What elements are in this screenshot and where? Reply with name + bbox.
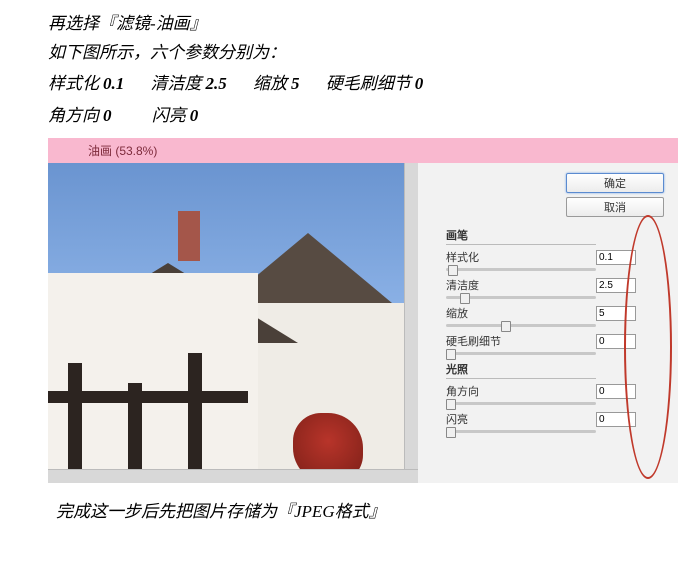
stylization-slider[interactable] xyxy=(446,268,596,271)
bristle-detail-input[interactable] xyxy=(596,334,636,349)
preview-area[interactable] xyxy=(48,163,418,483)
param-label: 清洁度 xyxy=(446,277,479,293)
light-group-title: 光照 xyxy=(446,361,596,379)
dialog-title: 油画 (53.8%) xyxy=(48,138,678,163)
param-row-scale: 缩放 xyxy=(446,305,636,321)
cancel-button[interactable]: 取消 xyxy=(566,197,664,217)
param-label: 硬毛刷细节 xyxy=(446,333,501,349)
cleanliness-slider[interactable] xyxy=(446,296,596,299)
angular-direction-input[interactable] xyxy=(596,384,636,399)
instruction-line-1: 再选择『滤镜-油画』 xyxy=(48,10,632,39)
instruction-line-2: 如下图所示，六个参数分别为： xyxy=(48,39,632,68)
param-label: 缩放 xyxy=(446,305,468,321)
settings-panel: 确定 取消 画笔 样式化 清洁度 缩放 xyxy=(418,163,678,483)
footer-instruction: 完成这一步后先把图片存储为『JPEG格式』 xyxy=(48,497,632,522)
stylization-input[interactable] xyxy=(596,250,636,265)
scale-slider[interactable] xyxy=(446,324,596,327)
preview-scrollbar-horizontal[interactable] xyxy=(48,469,418,483)
param-summary-line-2: 角方向0 闪亮0 xyxy=(48,100,632,132)
param-label: 角方向 xyxy=(446,383,479,399)
brush-group-title: 画笔 xyxy=(446,227,596,245)
param-summary-line-1: 样式化0.1 清洁度2.5 缩放5 硬毛刷细节0 xyxy=(48,68,632,100)
param-row-stylization: 样式化 xyxy=(446,249,636,265)
cleanliness-input[interactable] xyxy=(596,278,636,293)
param-row-angular-direction: 角方向 xyxy=(446,383,636,399)
ok-button[interactable]: 确定 xyxy=(566,173,664,193)
oil-paint-dialog: 油画 (53.8%) 确定 取消 xyxy=(48,138,678,483)
param-row-shine: 闪亮 xyxy=(446,411,636,427)
param-row-cleanliness: 清洁度 xyxy=(446,277,636,293)
shine-slider[interactable] xyxy=(446,430,596,433)
param-row-bristle-detail: 硬毛刷细节 xyxy=(446,333,636,349)
angular-direction-slider[interactable] xyxy=(446,402,596,405)
param-label: 闪亮 xyxy=(446,411,468,427)
scale-input[interactable] xyxy=(596,306,636,321)
bristle-detail-slider[interactable] xyxy=(446,352,596,355)
param-label: 样式化 xyxy=(446,249,479,265)
shine-input[interactable] xyxy=(596,412,636,427)
preview-scrollbar-vertical[interactable] xyxy=(404,163,418,470)
